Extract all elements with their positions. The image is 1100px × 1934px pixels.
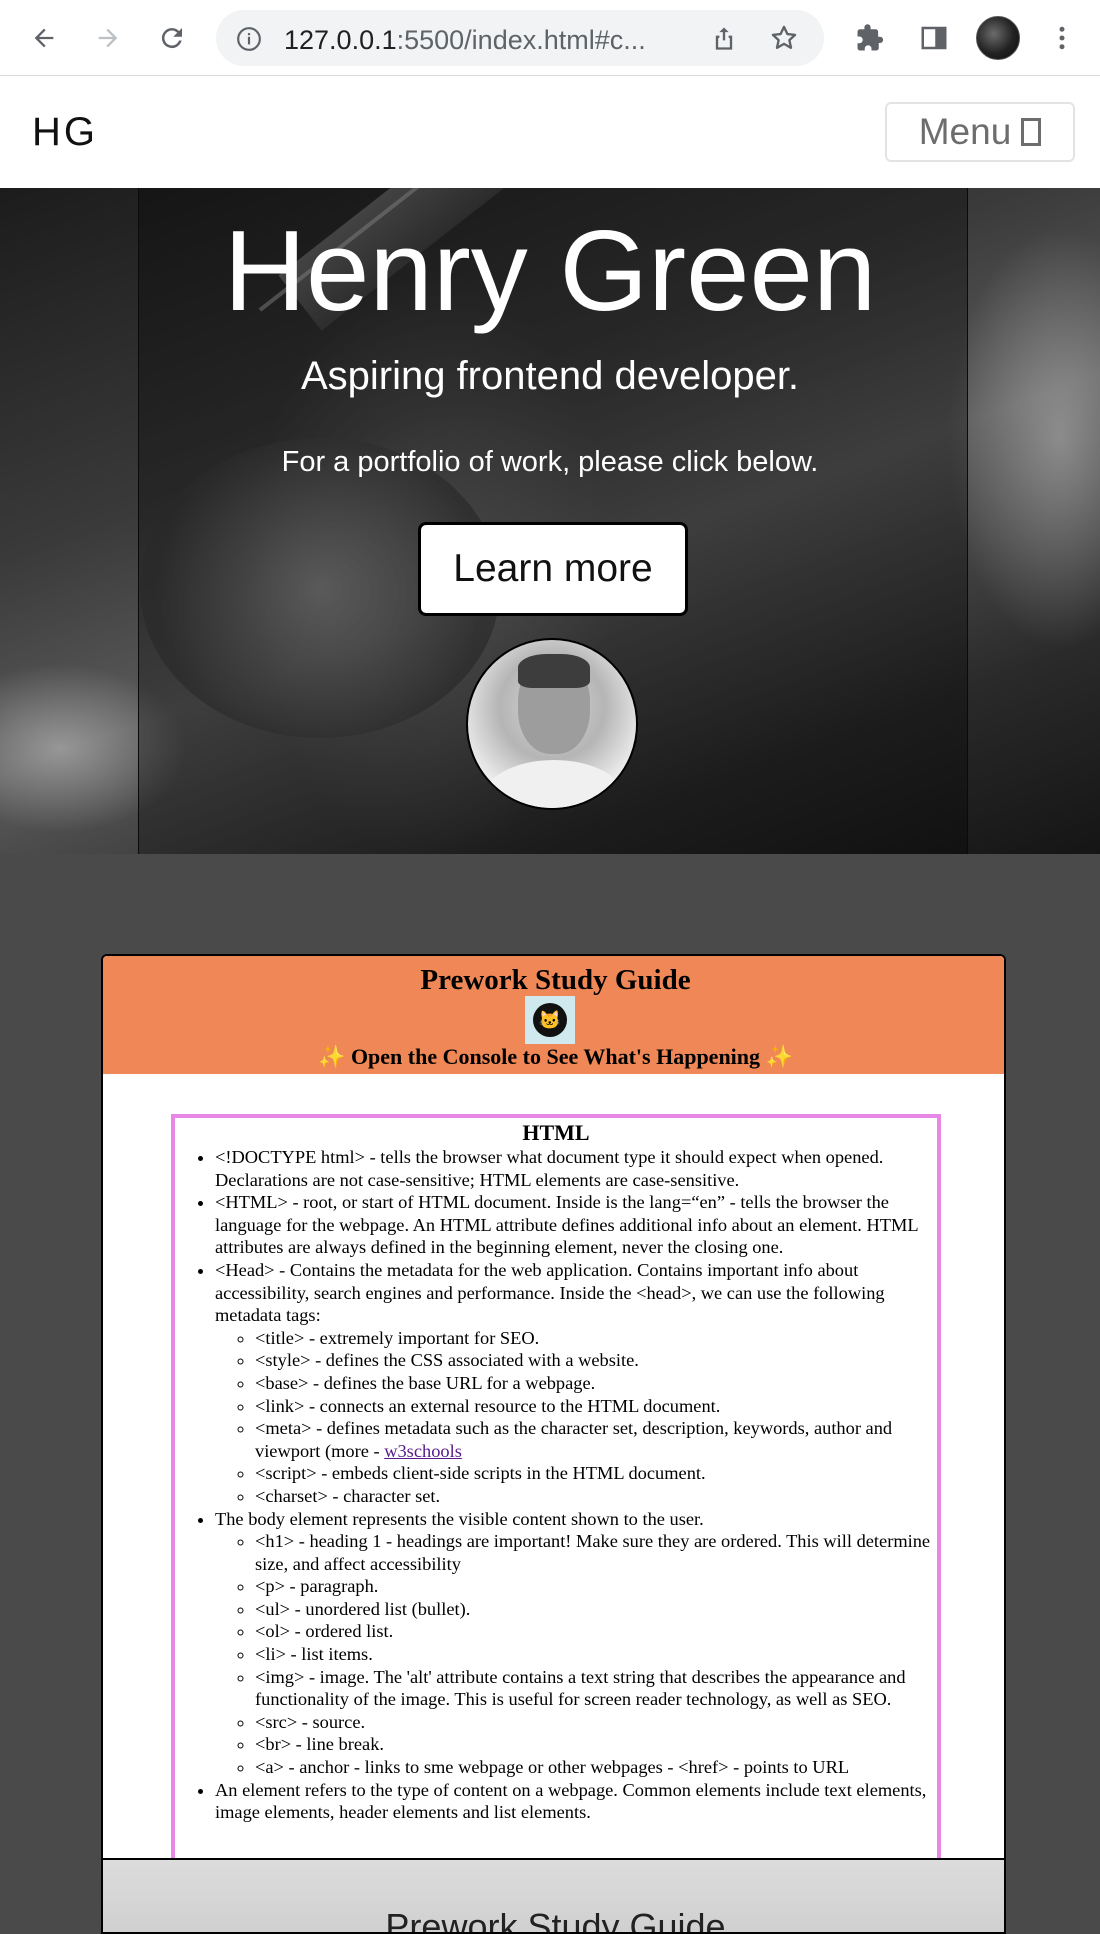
- bookmark-star-icon[interactable]: [770, 24, 798, 57]
- forward-arrow-icon: [98, 28, 118, 48]
- html-notes-list: <!DOCTYPE html> - tells the browser what…: [175, 1146, 937, 1824]
- more-menu-icon[interactable]: [1044, 20, 1080, 56]
- browser-toolbar: 127.0.0.1:5500/index.html#c...: [0, 0, 1100, 76]
- menu-label: Menu: [918, 111, 1012, 152]
- profile-avatar[interactable]: [976, 16, 1020, 60]
- w3schools-link[interactable]: w3schools: [384, 1441, 462, 1461]
- cat-logo-icon: 🐱: [533, 1003, 567, 1037]
- project-caption-bar[interactable]: Prework Study Guide: [103, 1858, 1004, 1934]
- study-guide-logo: 🐱: [525, 996, 575, 1044]
- list-item: <src> - source.: [255, 1711, 933, 1734]
- site-header: HG Menu: [0, 76, 1100, 188]
- console-note-text: Open the Console to See What's Happening: [350, 1044, 761, 1069]
- meta-item-text: <meta> - defines metadata such as the ch…: [255, 1418, 893, 1461]
- address-bar[interactable]: 127.0.0.1:5500/index.html#c...: [216, 10, 824, 66]
- list-item: An element refers to the type of content…: [215, 1779, 933, 1824]
- list-item: The body element represents the visible …: [215, 1508, 933, 1779]
- forward-button[interactable]: [88, 18, 128, 58]
- menu-button[interactable]: Menu: [885, 102, 1075, 162]
- reload-icon: [161, 28, 182, 49]
- list-item: <script> - embeds client-side scripts in…: [255, 1462, 933, 1485]
- list-item: <meta> - defines metadata such as the ch…: [255, 1417, 933, 1462]
- url-text[interactable]: 127.0.0.1:5500/index.html#c...: [284, 25, 646, 56]
- list-item: <ul> - unordered list (bullet).: [255, 1598, 933, 1621]
- reload-button[interactable]: [152, 18, 192, 58]
- list-item: <h1> - heading 1 - headings are importan…: [255, 1530, 933, 1575]
- share-icon[interactable]: [710, 24, 738, 57]
- site-info-icon[interactable]: [236, 26, 262, 57]
- list-item: <charset> - character set.: [255, 1485, 933, 1508]
- head-tags-list: <title> - extremely important for SEO. <…: [215, 1327, 933, 1508]
- menu-box-icon: [1021, 118, 1042, 146]
- list-item: <base> - defines the base URL for a webp…: [255, 1372, 933, 1395]
- hero-title: Henry Green: [223, 208, 877, 335]
- console-note: ✨ Open the Console to See What's Happeni…: [103, 1044, 1004, 1070]
- avatar-hair: [518, 654, 590, 688]
- body-tags-list: <h1> - heading 1 - headings are importan…: [215, 1530, 933, 1779]
- url-host: 127.0.0.1: [284, 25, 397, 55]
- url-path: :5500/index.html#c...: [396, 25, 646, 55]
- list-item: <link> - connects an external resource t…: [255, 1395, 933, 1418]
- list-item: <HTML> - root, or start of HTML document…: [215, 1191, 933, 1259]
- list-item: <a> - anchor - links to sme webpage or o…: [255, 1756, 933, 1779]
- sparkle-icon-right: ✨: [765, 1044, 793, 1069]
- html-section: HTML <!DOCTYPE html> - tells the browser…: [171, 1114, 941, 1874]
- list-item: <li> - list items.: [255, 1643, 933, 1666]
- list-item: <img> - image. The 'alt' attribute conta…: [255, 1666, 933, 1711]
- list-item: <br> - line break.: [255, 1733, 933, 1756]
- list-item: <style> - defines the CSS associated wit…: [255, 1349, 933, 1372]
- hero-subtitle: Aspiring frontend developer.: [300, 354, 800, 398]
- list-item: <title> - extremely important for SEO.: [255, 1327, 933, 1350]
- study-guide-header: Prework Study Guide 🐱 ✨ Open the Console…: [103, 956, 1004, 1074]
- site-logo[interactable]: HG: [32, 110, 98, 155]
- list-item: <!DOCTYPE html> - tells the browser what…: [215, 1146, 933, 1191]
- project-card[interactable]: Prework Study Guide 🐱 ✨ Open the Console…: [101, 954, 1006, 1934]
- hero-section: Henry Green Aspiring frontend developer.…: [0, 188, 1100, 854]
- list-item: <Head> - Contains the metadata for the w…: [215, 1259, 933, 1508]
- study-guide-title: Prework Study Guide: [420, 964, 691, 996]
- extensions-icon[interactable]: [852, 20, 888, 56]
- head-item-text: <Head> - Contains the metadata for the w…: [215, 1259, 885, 1326]
- avatar-shoulders: [482, 760, 626, 808]
- html-section-title: HTML: [522, 1120, 590, 1145]
- hero-text: For a portfolio of work, please click be…: [281, 446, 819, 478]
- sparkle-icon-left: ✨: [318, 1044, 346, 1069]
- back-arrow-icon: [34, 28, 54, 48]
- project-caption-title: Prework Study Guide: [385, 1906, 726, 1934]
- list-item: <p> - paragraph.: [255, 1575, 933, 1598]
- side-panel-icon[interactable]: [916, 20, 952, 56]
- back-button[interactable]: [24, 18, 64, 58]
- profile-photo: [466, 638, 638, 810]
- body-item-text: The body element represents the visible …: [215, 1508, 704, 1529]
- learn-more-button[interactable]: Learn more: [418, 522, 688, 616]
- list-item: <ol> - ordered list.: [255, 1620, 933, 1643]
